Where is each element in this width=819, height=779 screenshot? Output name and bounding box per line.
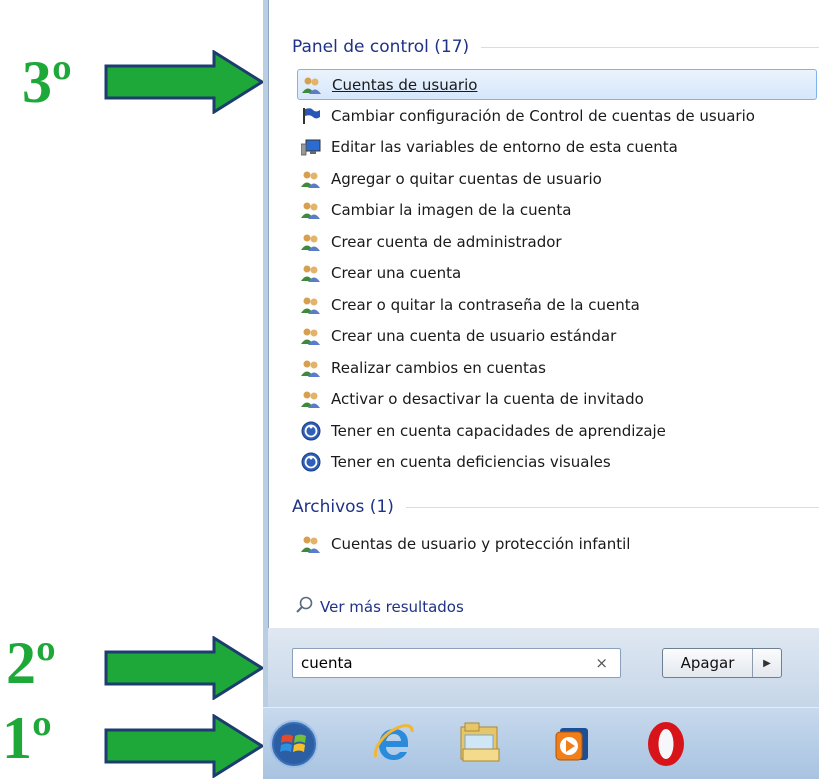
result-item[interactable]: Cuentas de usuario <box>297 69 817 100</box>
magnifier-icon <box>296 596 314 618</box>
opera-icon[interactable] <box>639 718 693 770</box>
result-label: Crear cuenta de administrador <box>331 232 562 251</box>
files-header-label: Archivos (1) <box>292 497 394 517</box>
result-item[interactable]: Activar o desactivar la cuenta de invita… <box>301 384 819 416</box>
result-item[interactable]: Tener en cuenta capacidades de aprendiza… <box>301 415 819 447</box>
result-label: Realizar cambios en cuentas <box>331 358 546 377</box>
users-icon <box>301 170 323 188</box>
step-1-arrow <box>104 714 265 778</box>
search-box[interactable]: × <box>292 648 621 678</box>
result-item[interactable]: Crear o quitar la contraseña de la cuent… <box>301 289 819 321</box>
result-label: Crear una cuenta <box>331 264 462 283</box>
ease-of-access-icon <box>301 421 323 441</box>
step-3-arrow <box>104 50 265 114</box>
result-item[interactable]: Crear una cuenta de usuario estándar <box>301 321 819 353</box>
result-label: Cuentas de usuario <box>332 75 478 94</box>
result-label: Cambiar la imagen de la cuenta <box>331 201 572 220</box>
start-orb-icon[interactable] <box>267 718 321 770</box>
result-label: Activar o desactivar la cuenta de invita… <box>331 390 644 409</box>
users-icon <box>301 359 323 377</box>
users-icon <box>301 264 323 283</box>
users-icon <box>301 535 323 553</box>
result-item[interactable]: Tener en cuenta deficiencias visuales <box>301 447 819 479</box>
group-divider <box>481 46 819 48</box>
search-input[interactable] <box>301 653 581 673</box>
result-item[interactable]: Crear una cuenta <box>301 258 819 290</box>
result-item[interactable]: Cuentas de usuario y protección infantil <box>301 528 819 560</box>
shutdown-button-group: Apagar ▶ <box>662 648 782 678</box>
see-more-results-label: Ver más resultados <box>320 598 464 616</box>
control-panel-header-label: Panel de control (17) <box>292 37 470 57</box>
search-bar-area: × Apagar ▶ <box>268 628 819 707</box>
step-2-label: 2º <box>6 630 56 696</box>
start-menu: Panel de control (17) Cuentas de usuario… <box>263 0 819 707</box>
step-2-arrow <box>104 636 265 700</box>
result-label: Crear o quitar la contraseña de la cuent… <box>331 295 640 314</box>
result-item[interactable]: Cambiar configuración de Control de cuen… <box>301 100 819 132</box>
control-panel-group-header[interactable]: Panel de control (17) <box>292 34 819 60</box>
result-label: Tener en cuenta capacidades de aprendiza… <box>331 421 666 440</box>
internet-explorer-icon[interactable] <box>367 718 421 770</box>
result-label: Editar las variables de entorno de esta … <box>331 138 678 157</box>
shutdown-button[interactable]: Apagar <box>663 649 752 677</box>
group-divider <box>405 506 819 508</box>
result-item[interactable]: Agregar o quitar cuentas de usuario <box>301 163 819 195</box>
users-icon <box>301 201 323 220</box>
result-label: Agregar o quitar cuentas de usuario <box>331 169 602 188</box>
result-item[interactable]: Realizar cambios en cuentas <box>301 352 819 384</box>
step-3-label: 3º <box>22 49 72 115</box>
media-player-icon[interactable] <box>545 718 599 770</box>
system-monitor-icon <box>301 138 323 156</box>
flag-icon <box>301 107 323 125</box>
files-results: Cuentas de usuario y protección infantil <box>301 528 819 560</box>
control-panel-results: Cuentas de usuario Cambiar configuración… <box>297 69 819 479</box>
result-item[interactable]: Cambiar la imagen de la cuenta <box>301 195 819 227</box>
users-icon <box>301 390 323 409</box>
step-1-label: 1º <box>2 705 52 771</box>
search-results-pane: Panel de control (17) Cuentas de usuario… <box>268 0 819 628</box>
see-more-results-link[interactable]: Ver más resultados <box>296 596 464 618</box>
taskbar <box>263 707 819 779</box>
users-icon <box>302 76 324 94</box>
result-label: Tener en cuenta deficiencias visuales <box>331 453 611 472</box>
users-icon <box>301 296 323 314</box>
file-explorer-icon[interactable] <box>453 718 507 770</box>
result-item[interactable]: Crear cuenta de administrador <box>301 226 819 258</box>
shutdown-options-arrow-icon[interactable]: ▶ <box>753 649 781 677</box>
files-group-header[interactable]: Archivos (1) <box>292 494 819 520</box>
result-label: Cambiar configuración de Control de cuen… <box>331 106 755 125</box>
clear-search-icon[interactable]: × <box>595 654 608 672</box>
result-label: Crear una cuenta de usuario estándar <box>331 327 617 346</box>
result-item[interactable]: Editar las variables de entorno de esta … <box>301 132 819 164</box>
users-icon <box>301 233 323 251</box>
ease-of-access-icon <box>301 452 323 472</box>
result-label: Cuentas de usuario y protección infantil <box>331 534 631 553</box>
users-icon <box>301 327 323 346</box>
